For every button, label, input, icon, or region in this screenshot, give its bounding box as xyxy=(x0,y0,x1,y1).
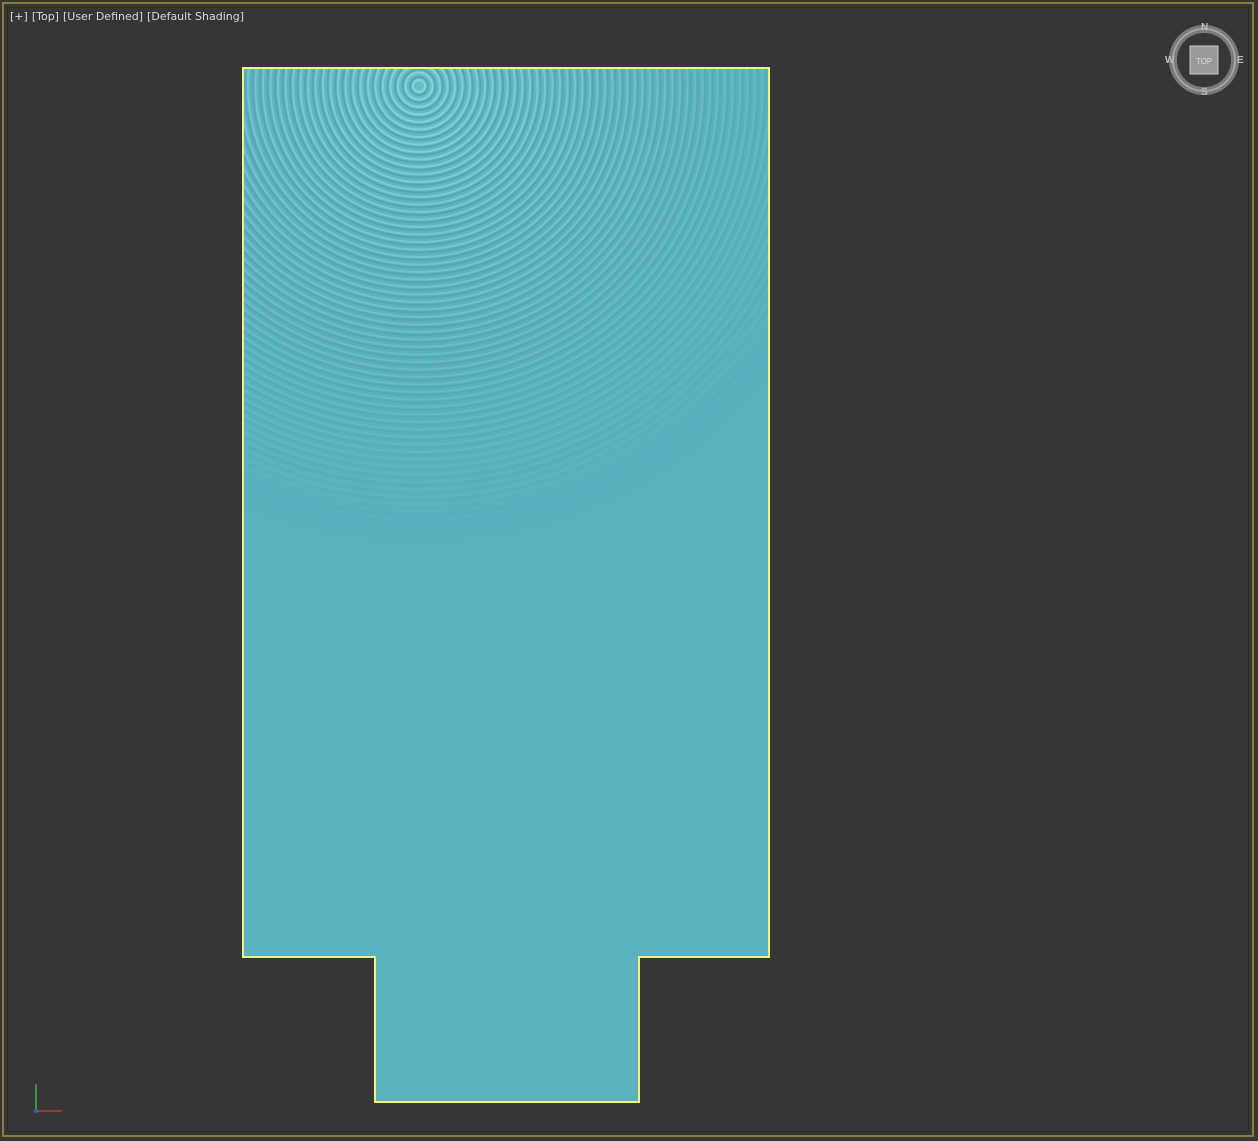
top-viewport[interactable]: + Top User Defined Default Shading TOP N… xyxy=(2,2,1254,1137)
compass-east[interactable]: E xyxy=(1237,55,1244,66)
viewport-user-defined-menu[interactable]: User Defined xyxy=(63,10,143,23)
viewcube-icon[interactable]: TOP N S E W xyxy=(1164,20,1244,100)
viewport-scene[interactable] xyxy=(4,4,1254,1137)
viewport-label-menu: + Top User Defined Default Shading xyxy=(10,10,244,23)
viewport-point-of-view-menu[interactable]: Top xyxy=(32,10,59,23)
axis-z-point xyxy=(34,1109,38,1113)
viewport-general-menu[interactable]: + xyxy=(10,10,28,23)
viewcube-face-label: TOP xyxy=(1196,57,1212,66)
compass-south[interactable]: S xyxy=(1201,87,1208,98)
ripple-pattern xyxy=(243,68,769,1102)
compass-north[interactable]: N xyxy=(1201,22,1208,33)
axis-tripod-icon xyxy=(34,1084,62,1113)
viewport-shading-menu[interactable]: Default Shading xyxy=(147,10,244,23)
compass-west[interactable]: W xyxy=(1165,55,1174,66)
